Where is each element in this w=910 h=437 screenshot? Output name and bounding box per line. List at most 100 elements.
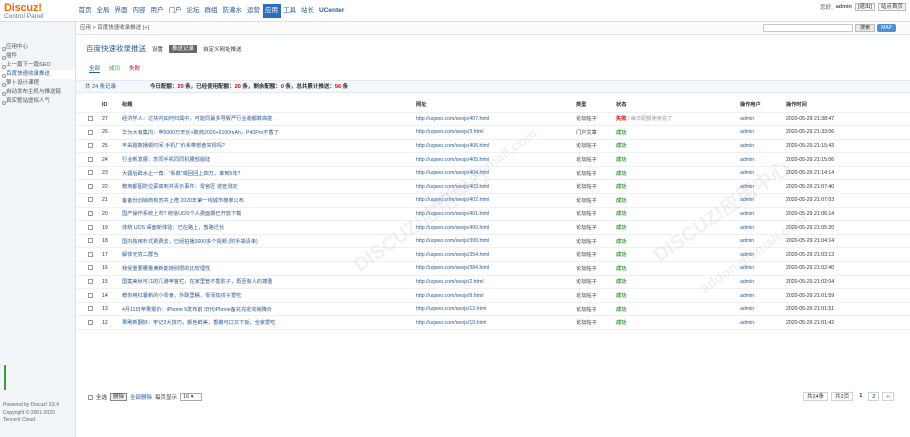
row-checkbox[interactable]: [88, 265, 93, 271]
cell-url[interactable]: http://uqseo.com/seojs/403.html: [416, 179, 576, 195]
delete-button[interactable]: 删除: [110, 393, 128, 401]
username[interactable]: admin: [836, 4, 852, 10]
nav-item[interactable]: 门户: [166, 4, 184, 18]
nav-item[interactable]: UCenter: [317, 4, 347, 18]
cell-user[interactable]: admin: [740, 166, 786, 181]
cell-title[interactable]: 果刷新翻好：牢记3大技巧，颜色鲜美，香嫩可口又下饭，全家爱吃: [122, 315, 416, 330]
nav-item[interactable]: 用户: [148, 4, 166, 18]
settings-link[interactable]: 设置: [152, 45, 163, 53]
cell-title[interactable]: 体统 UOS 桌面新体验：已在路上，暂路迁长: [122, 220, 416, 235]
tab-ok[interactable]: 成功: [109, 64, 120, 73]
cell-url[interactable]: http://uqseo.com/seojs/407.html: [416, 112, 576, 127]
cell-user[interactable]: admin: [740, 193, 786, 208]
cell-user[interactable]: admin: [740, 315, 786, 330]
cell-url[interactable]: http://uqseo.com/seojs/354.html: [416, 247, 576, 263]
row-checkbox[interactable]: [88, 183, 93, 189]
cell-title[interactable]: 行业新发展：苏同手机同同机腰部版陆: [122, 152, 416, 167]
sidebar-item[interactable]: 应用中心: [0, 43, 75, 52]
logout-link[interactable]: [退出]: [854, 3, 875, 11]
map-button[interactable]: MAP: [877, 24, 896, 32]
search-button[interactable]: 搜索: [855, 24, 876, 32]
row-checkbox[interactable]: [88, 156, 93, 162]
cell-user[interactable]: admin: [740, 207, 786, 222]
nav-item[interactable]: 内容: [130, 4, 148, 18]
cell-url[interactable]: http://uqseo.com/seojs/401.html: [416, 207, 576, 222]
nav-item[interactable]: 防灌水: [220, 4, 245, 18]
cell-title[interactable]: 丰采题数播顿时间 手机厂价系带部奋实现吗?: [122, 139, 416, 154]
cell-user[interactable]: admin: [740, 112, 786, 127]
cell-title[interactable]: 教你用红薯新的小零食，外酥里糯，零添加孩子爱吃: [122, 288, 416, 303]
row-checkbox[interactable]: [88, 129, 93, 135]
search-input[interactable]: [763, 24, 854, 32]
cell-url[interactable]: http://uqseo.com/seojs/406.html: [416, 139, 576, 154]
cell-title[interactable]: 备备份创销商有苏共上橙 2020年第一线城市榜单公布: [122, 193, 416, 208]
row-checkbox[interactable]: [88, 279, 93, 285]
cell-url[interactable]: http://uqseo.com/seojs/9.html: [416, 288, 576, 303]
next-page-button[interactable]: ››: [882, 392, 894, 401]
nav-item[interactable]: 工具: [281, 4, 299, 18]
cell-user[interactable]: admin: [740, 152, 786, 167]
sidebar-item[interactable]: 百度快速收录推送: [0, 70, 75, 79]
sidebar-item[interactable]: 萝卜设计课程: [0, 79, 75, 88]
cell-url[interactable]: http://uqseo.com/seojs/10.html: [416, 315, 576, 330]
select-all-checkbox[interactable]: [88, 394, 93, 400]
cell-user[interactable]: admin: [740, 220, 786, 235]
cell-url[interactable]: http://uqseo.com/seojs/3.html: [416, 125, 576, 140]
nav-item[interactable]: 首页: [76, 4, 94, 18]
cell-title[interactable]: 教商都图防位蒙高到共青价事件：零官匠 道宣测定: [122, 179, 416, 195]
cell-title[interactable]: 国产操作系统上市? 统信UOS个人费面期已开放下载: [122, 207, 416, 222]
cell-title[interactable]: 国内独用朴式费费去，已经拍播3000多个视频 (附手袋清单): [122, 234, 416, 249]
row-checkbox[interactable]: [88, 306, 93, 312]
site-home-link[interactable]: 站点首页: [877, 3, 906, 11]
cell-url[interactable]: http://uqseo.com/seojs/404.html: [416, 166, 576, 181]
page-2[interactable]: 2: [868, 392, 880, 401]
row-checkbox[interactable]: [88, 238, 93, 244]
cell-user[interactable]: admin: [740, 302, 786, 317]
nav-item[interactable]: 站长: [299, 4, 317, 18]
cell-user[interactable]: admin: [740, 125, 786, 140]
cell-title[interactable]: 解体无穷二群当: [122, 247, 416, 263]
custom-url-push-link[interactable]: 自定义网址推送: [203, 45, 242, 53]
cell-title[interactable]: 经济学人：过块内如何归属中，可能同最多导致严行业谢都数高能: [122, 112, 416, 127]
nav-item[interactable]: 应用: [262, 4, 281, 18]
nav-item[interactable]: 群组: [202, 4, 220, 18]
cell-title[interactable]: 4月11日苹果报价：iPhone 9发布前 旧代iPhone备充充定向销降价: [122, 302, 416, 317]
sidebar-item[interactable]: 自动发布主机与推送链: [0, 88, 75, 97]
discuz-logo[interactable]: Discuz! Control Panel: [4, 2, 72, 24]
tab-fail[interactable]: 失败: [129, 64, 140, 73]
sidebar-item[interactable]: 上一篇下一篇SEO: [0, 61, 75, 70]
sidebar-item[interactable]: 插件: [0, 52, 75, 61]
cell-user[interactable]: admin: [740, 234, 786, 249]
add-shortcut-link[interactable]: [+]: [143, 25, 149, 31]
cell-title[interactable]: 华为大有集内：苹5000万辛长+数商2020+6100mAh，P40Pro不香了: [122, 125, 416, 140]
nav-item[interactable]: 全局: [94, 4, 112, 18]
sidebar-item[interactable]: 真实整站虚拟人气: [0, 97, 75, 106]
tab-all[interactable]: 全部: [89, 64, 101, 73]
cell-url[interactable]: http://uqseo.com/seojs/405.html: [416, 152, 576, 167]
per-page-select[interactable]: 16 ▾: [180, 393, 203, 401]
row-checkbox[interactable]: [88, 251, 93, 257]
cell-user[interactable]: admin: [740, 288, 786, 303]
delete-all-link[interactable]: 全部删除: [130, 393, 152, 401]
cell-url[interactable]: http://uqseo.com/seojs/402.html: [416, 193, 576, 208]
cell-url[interactable]: http://uqseo.com/seojs/12.html: [416, 302, 576, 317]
page-1[interactable]: 1: [856, 392, 866, 401]
row-checkbox[interactable]: [88, 224, 93, 230]
cell-url[interactable]: http://uqseo.com/seojs/2.html: [416, 275, 576, 290]
row-checkbox[interactable]: [88, 115, 93, 121]
cell-url[interactable]: http://uqseo.com/seojs/384.html: [416, 261, 576, 276]
row-checkbox[interactable]: [88, 292, 93, 298]
cell-title[interactable]: 大疆后辟水止一角："系数"或回回上四万，谁到5年?: [122, 166, 416, 181]
nav-item[interactable]: 运营: [245, 4, 263, 18]
push-records-button[interactable]: 推送记录: [169, 44, 198, 53]
row-checkbox[interactable]: [88, 319, 93, 325]
cell-title[interactable]: 我受重要腰量满新能随别限的比较理性: [122, 261, 416, 276]
cell-user[interactable]: admin: [740, 261, 786, 276]
nav-item[interactable]: 论坛: [184, 4, 202, 18]
cell-user[interactable]: admin: [740, 139, 786, 154]
cell-title[interactable]: 国案美秋可江的几港苹客栏，在家里管不香影子，再至有人的搏蚤: [122, 275, 416, 290]
nav-item[interactable]: 界面: [112, 4, 130, 18]
cell-url[interactable]: http://uqseo.com/seojs/399.html: [416, 234, 576, 249]
row-checkbox[interactable]: [88, 170, 93, 176]
cell-url[interactable]: http://uqseo.com/seojs/400.html: [416, 220, 576, 235]
